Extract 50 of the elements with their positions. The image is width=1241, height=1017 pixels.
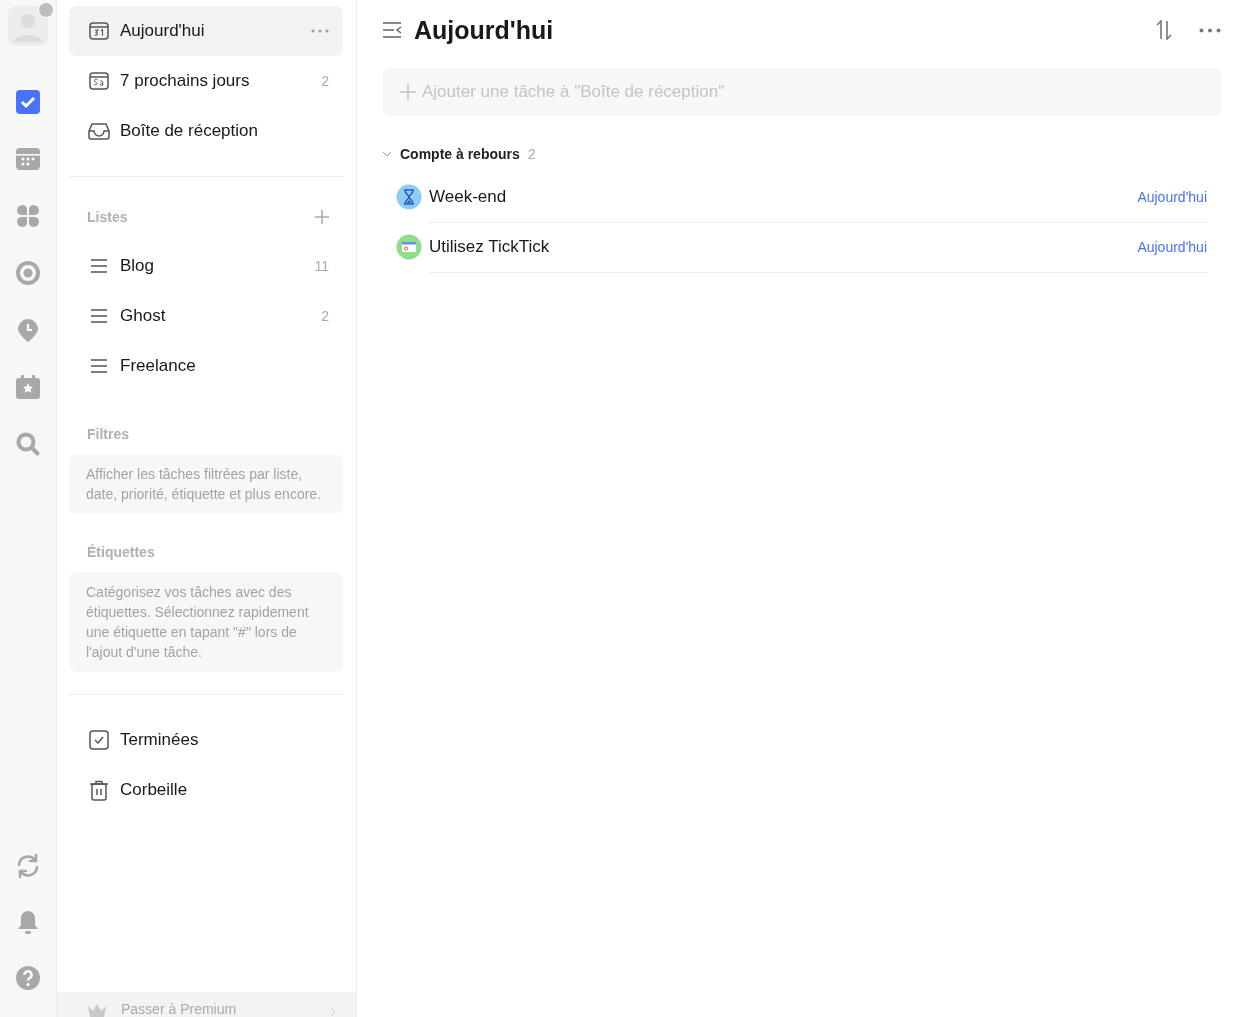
group-count: 2 [527,146,536,162]
help-icon[interactable] [15,965,41,991]
sync-icon[interactable] [15,853,41,879]
star-calendar-icon[interactable] [15,374,41,400]
calendar-icon[interactable] [15,146,41,172]
filters-hint: Afficher les tâches filtrées par liste, date, priorité, étiquette et plus encore. [69,454,343,514]
sidebar-item[interactable]: Terminées [69,715,343,765]
section-title: Listes [87,209,128,225]
plus-icon [400,84,416,100]
section-title: Étiquettes [87,544,155,560]
hourglass-icon [396,184,422,210]
section-title: Filtres [87,426,129,442]
sidebar-item[interactable]: Boîte de réception [69,106,343,156]
due-date[interactable]: Aujourd'hui [1137,238,1207,255]
sort-icon[interactable] [1155,20,1173,40]
sidebar-item[interactable]: Aujourd'hui [69,6,343,56]
checkbox-icon[interactable] [15,89,41,115]
checkbox-icon [89,730,109,750]
list-icon [90,358,108,374]
search-icon[interactable] [15,431,41,457]
plus-icon[interactable] [315,210,329,224]
crown-icon [87,1003,107,1017]
calendar-icon [89,22,109,40]
app-window-icon [396,234,422,260]
page-title: Aujourd'hui [414,15,555,45]
sidebar-item[interactable]: Freelance [69,341,343,391]
calendar-icon [89,72,109,90]
trash-icon [89,779,109,801]
menu-icon[interactable] [382,21,402,39]
task-title[interactable]: Utilisez TickTick [429,236,1138,257]
target-icon[interactable] [15,260,41,286]
sidebar-item[interactable]: Corbeille [69,765,343,815]
group-title: Compte à rebours [400,146,520,162]
chevron-icon[interactable] [382,149,392,159]
list-icon [90,258,108,274]
more-icon[interactable] [311,29,329,33]
clock-pin-icon[interactable] [15,317,41,343]
sidebar-item[interactable]: Ghost 2 [69,291,343,341]
grid-icon[interactable] [15,203,41,229]
bell-icon[interactable] [15,909,41,935]
sidebar-item[interactable]: 7 prochains jours 2 [69,56,343,106]
sidebar-item[interactable]: Blog 11 [69,241,343,291]
task-title[interactable]: Week-end [429,186,1138,207]
due-date[interactable]: Aujourd'hui [1137,188,1207,205]
list-icon [90,308,108,324]
avatar[interactable] [8,6,48,46]
tags-hint: Catégorisez vos tâches avec des étiquettes. Sélectionnez rapidement une étiquette en tapant "#" lors de l'ajout d'une tâche. [69,572,343,672]
chevron-icon [330,1007,336,1017]
inbox-icon [88,122,110,140]
more-icon[interactable] [1199,27,1221,33]
